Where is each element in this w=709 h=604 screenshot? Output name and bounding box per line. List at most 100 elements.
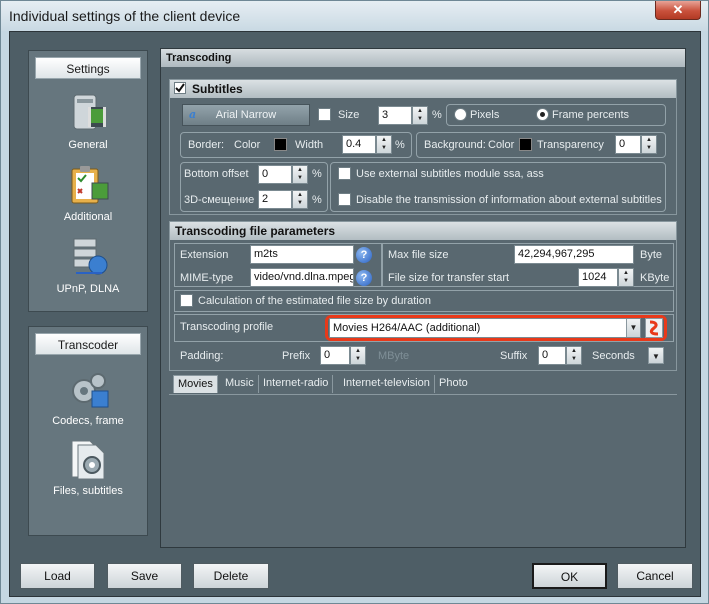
- nav-item-additional-label: Additional: [63, 211, 113, 223]
- pixels-radio[interactable]: [454, 108, 467, 121]
- background-label: Background:: [424, 139, 486, 151]
- delete-button[interactable]: Delete: [193, 563, 269, 589]
- subtitles-enable-checkbox[interactable]: [174, 82, 186, 94]
- transcoding-profile-select[interactable]: Movies H264/AAC (additional) ▼: [329, 318, 641, 338]
- max-file-size-label: Max file size: [388, 249, 449, 261]
- border-width-input[interactable]: 0.4: [342, 135, 376, 154]
- size-input[interactable]: 3: [378, 106, 412, 125]
- font-select-button[interactable]: a Arial Narrow: [182, 104, 310, 126]
- edit-profile-icon: [649, 320, 659, 336]
- suffix-label: Suffix: [500, 350, 528, 362]
- mime-type-label: MIME-type: [180, 272, 234, 284]
- ok-button[interactable]: OK: [532, 563, 607, 589]
- transfer-start-spinner[interactable]: ▲ ▼: [618, 268, 634, 287]
- subtitles-group: Subtitles a Arial Narrow Size 3 ▲ ▼ % Pix…: [169, 79, 677, 215]
- bottom-offset-label: Bottom offset: [184, 168, 249, 180]
- load-button[interactable]: Load: [20, 563, 95, 589]
- transcoding-panel-title: Transcoding: [161, 49, 685, 67]
- calc-size-checkbox[interactable]: [180, 294, 193, 307]
- size-checkbox[interactable]: [318, 108, 331, 121]
- tab-photo[interactable]: Photo: [435, 375, 472, 393]
- extension-input[interactable]: m2ts: [250, 245, 354, 264]
- transparency-input[interactable]: 0: [615, 135, 641, 154]
- transcoding-panel: Transcoding Subtitles a Arial Narrow Siz…: [160, 48, 686, 548]
- nav-item-general[interactable]: General: [35, 91, 141, 151]
- extension-help-icon[interactable]: ?: [356, 247, 372, 263]
- checkmark-icon: [175, 83, 185, 93]
- size-unit: %: [432, 109, 442, 121]
- transcoder-nav-header: Transcoder: [35, 333, 141, 355]
- border-color-swatch[interactable]: [274, 138, 287, 151]
- frame-percents-radio[interactable]: [536, 108, 549, 121]
- transfer-start-input[interactable]: 1024: [578, 268, 618, 287]
- profile-edit-button[interactable]: [645, 318, 663, 338]
- transcoder-nav-panel: Transcoder Codecs, frame Files, subtitle…: [28, 326, 148, 536]
- clipboard-icon: [71, 166, 109, 204]
- offset3d-unit: %: [312, 194, 322, 206]
- files-gear-icon: [71, 440, 105, 480]
- tab-internet-radio[interactable]: Internet-radio: [259, 375, 334, 393]
- offset3d-input[interactable]: 2: [258, 190, 292, 209]
- nav-item-general-label: General: [68, 139, 108, 151]
- title-bar[interactable]: Individual settings of the client device…: [1, 1, 708, 31]
- prefix-spinner[interactable]: ▲ ▼: [350, 346, 366, 365]
- cancel-button[interactable]: Cancel: [617, 563, 693, 589]
- window-title: Individual settings of the client device: [9, 8, 241, 24]
- tab-internet-television[interactable]: Internet-television: [339, 375, 435, 393]
- width-unit: %: [395, 139, 405, 151]
- prefix-label: Prefix: [282, 350, 311, 362]
- border-color-label: Color: [234, 139, 261, 151]
- network-server-icon: [73, 238, 108, 275]
- settings-nav-panel: Settings General Additional UPnP, DLNA: [28, 50, 148, 312]
- close-button[interactable]: ✕: [655, 1, 701, 20]
- computer-icon: [73, 94, 106, 130]
- offset3d-spinner[interactable]: ▲ ▼: [292, 190, 308, 209]
- size-spinner[interactable]: ▲ ▼: [412, 106, 428, 125]
- extension-label: Extension: [180, 249, 229, 261]
- suffix-input[interactable]: 0: [538, 346, 566, 365]
- transfer-start-unit: KByte: [640, 272, 670, 284]
- prefix-input[interactable]: 0: [320, 346, 350, 365]
- bottom-offset-spinner[interactable]: ▲ ▼: [292, 165, 308, 184]
- subtitles-group-title: Subtitles: [192, 82, 243, 96]
- max-file-size-input[interactable]: 42,294,967,295: [514, 245, 634, 264]
- bottom-offset-unit: %: [312, 168, 322, 180]
- frame-percents-label: Frame percents: [552, 109, 630, 121]
- tab-movies[interactable]: Movies: [173, 375, 218, 393]
- disable-transmission-checkbox[interactable]: [338, 193, 351, 206]
- nav-item-files-subtitles[interactable]: Files, subtitles: [35, 437, 141, 497]
- prefix-unit: MByte: [378, 350, 410, 362]
- nav-item-additional[interactable]: Additional: [35, 163, 141, 223]
- transcoding-profile-label: Transcoding profile: [180, 321, 274, 333]
- external-module-checkbox[interactable]: [338, 167, 351, 180]
- border-width-spinner[interactable]: ▲ ▼: [376, 135, 392, 154]
- bottom-offset-input[interactable]: 0: [258, 165, 292, 184]
- mime-type-input[interactable]: video/vnd.dlna.mpeg: [250, 268, 354, 287]
- file-params-header: Transcoding file parameters: [170, 222, 676, 240]
- chevron-down-icon[interactable]: ▼: [626, 319, 640, 337]
- background-color-label: Color: [488, 139, 515, 151]
- transfer-start-label: File size for transfer start: [388, 272, 510, 284]
- suffix-unit: Seconds: [592, 350, 635, 362]
- nav-item-upnp-label: UPnP, DLNA: [56, 283, 120, 295]
- transcoding-profile-value: Movies H264/AAC (additional): [333, 322, 481, 334]
- suffix-spinner[interactable]: ▲ ▼: [566, 346, 582, 365]
- transparency-spinner[interactable]: ▲ ▼: [641, 135, 657, 154]
- tab-music[interactable]: Music: [221, 375, 259, 393]
- width-label: Width: [295, 139, 324, 151]
- nav-item-files-label: Files, subtitles: [53, 485, 123, 497]
- pixels-label: Pixels: [470, 109, 500, 121]
- mime-type-help-icon[interactable]: ?: [356, 270, 372, 286]
- padding-label: Padding:: [180, 350, 224, 362]
- nav-item-codecs-frame[interactable]: Codecs, frame: [35, 367, 141, 427]
- nav-item-upnp-dlna[interactable]: UPnP, DLNA: [35, 235, 141, 295]
- max-file-size-unit: Byte: [640, 249, 663, 261]
- save-button[interactable]: Save: [107, 563, 182, 589]
- suffix-unit-dropdown[interactable]: ▼: [648, 347, 664, 364]
- dialog-window: Individual settings of the client device…: [0, 0, 709, 604]
- file-params-group: Transcoding file parameters Extension m2…: [169, 221, 677, 371]
- settings-nav-header: Settings: [35, 57, 141, 79]
- dialog-client-area: Settings General Additional UPnP, DLNA T…: [9, 31, 701, 597]
- background-color-swatch[interactable]: [519, 138, 532, 151]
- border-label: Border:: [188, 139, 225, 151]
